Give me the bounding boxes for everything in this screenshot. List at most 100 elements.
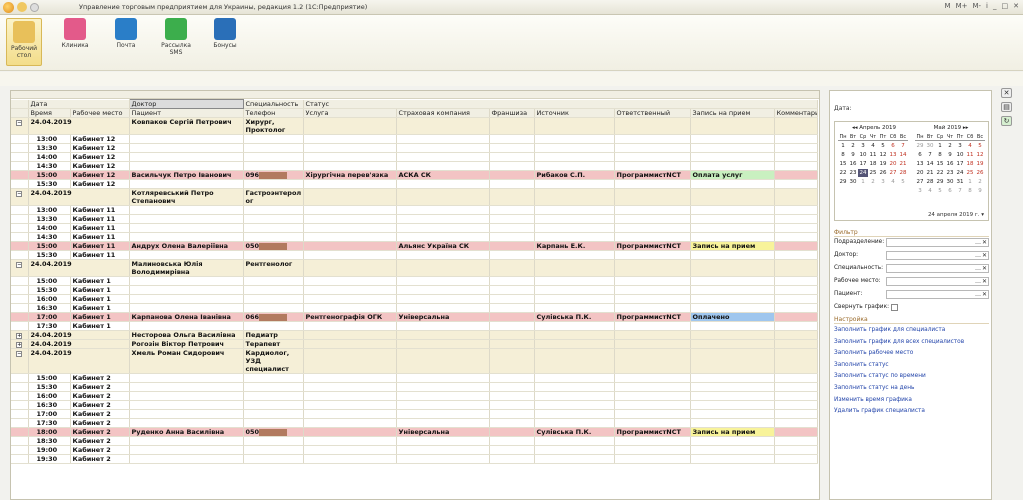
slot-comment[interactable] [774, 312, 818, 322]
slot-empty-cell[interactable] [489, 223, 535, 233]
slot-empty-cell[interactable] [396, 161, 490, 171]
calendar-day[interactable]: 4 [888, 178, 898, 186]
calendar-day[interactable]: 1 [965, 178, 975, 186]
slot-empty-cell[interactable] [614, 436, 691, 446]
calendar-day[interactable]: 8 [838, 151, 848, 159]
slot-empty-cell[interactable] [396, 445, 490, 455]
group-empty-cell[interactable] [774, 117, 818, 135]
slot-empty-cell[interactable] [614, 214, 691, 224]
slot-empty-cell[interactable] [774, 445, 818, 455]
settings-link[interactable]: Заполнить статус [834, 362, 889, 368]
calendar-day[interactable]: 9 [848, 151, 858, 159]
group-empty-cell[interactable] [303, 330, 397, 340]
tree-line-cell[interactable] [11, 400, 29, 410]
slot-empty-cell[interactable] [489, 214, 535, 224]
slot-empty-cell[interactable] [774, 285, 818, 295]
slot-empty-cell[interactable] [534, 179, 615, 189]
slot-empty-cell[interactable] [614, 250, 691, 260]
calendar-month-title[interactable]: Май 2019 ▸▸ [915, 125, 987, 132]
group-empty-cell[interactable] [774, 339, 818, 349]
slot-empty-cell[interactable] [489, 418, 535, 428]
slot-empty-cell[interactable] [396, 285, 490, 295]
free-slot-row[interactable]: 16:30 Кабинет 2 [11, 400, 818, 410]
slot-empty-cell[interactable] [690, 445, 775, 455]
calendar-day[interactable]: 13 [888, 151, 898, 159]
slot-empty-cell[interactable] [534, 232, 615, 242]
calendar-day[interactable]: 17 [858, 160, 868, 168]
tree-line-cell[interactable] [11, 205, 29, 215]
booked-slot-row[interactable]: 18:00 Кабинет 2 Руденко Анна Василівна 050 У… [11, 427, 818, 437]
slot-empty-cell[interactable] [303, 161, 397, 171]
calendar-day[interactable]: 24 [955, 169, 965, 177]
slot-empty-cell[interactable] [774, 418, 818, 428]
slot-empty-cell[interactable] [396, 143, 490, 153]
slot-empty-cell[interactable] [534, 391, 615, 401]
slot-empty-cell[interactable] [774, 134, 818, 144]
group-specialty[interactable]: Хирург, Проктолог [243, 117, 304, 135]
window-control-0[interactable]: M [945, 2, 951, 10]
slot-workplace[interactable]: Кабинет 12 [70, 143, 130, 153]
slot-time[interactable]: 15:00 [28, 170, 71, 180]
slot-empty-cell[interactable] [534, 276, 615, 286]
slot-service[interactable]: Рентгенографія ОГК [303, 312, 397, 322]
calendar-day[interactable]: 6 [915, 151, 925, 159]
slot-empty-cell[interactable] [614, 400, 691, 410]
slot-empty-cell[interactable] [774, 250, 818, 260]
tree-line-cell[interactable] [11, 143, 29, 153]
slot-empty-cell[interactable] [774, 152, 818, 162]
slot-time[interactable]: 16:00 [28, 391, 71, 401]
group-empty-cell[interactable] [303, 117, 397, 135]
slot-empty-cell[interactable] [614, 161, 691, 171]
header-service[interactable]: Услуга [303, 108, 397, 118]
calendar-day[interactable]: 4 [925, 187, 935, 195]
slot-empty-cell[interactable] [303, 179, 397, 189]
slot-empty-cell[interactable] [534, 400, 615, 410]
slot-empty-cell[interactable] [303, 391, 397, 401]
slot-empty-cell[interactable] [534, 321, 615, 331]
window-control-2[interactable]: M- [972, 2, 981, 10]
calendar-day[interactable]: 11 [965, 151, 975, 159]
slot-empty-cell[interactable] [614, 454, 691, 464]
slot-empty-cell[interactable] [534, 418, 615, 428]
collapse-minus-icon[interactable]: − [16, 191, 23, 197]
slot-empty-cell[interactable] [774, 409, 818, 419]
slot-workplace[interactable]: Кабинет 1 [70, 312, 130, 322]
clear-icon[interactable]: ✕ [982, 239, 987, 246]
slot-empty-cell[interactable] [243, 161, 304, 171]
calendar-day[interactable]: 17 [955, 160, 965, 168]
calendar-day[interactable]: 25 [868, 169, 878, 177]
group-empty-cell[interactable] [303, 339, 397, 349]
toolbar-bonus-button[interactable]: Бонусы [207, 18, 243, 49]
slot-empty-cell[interactable] [614, 373, 691, 383]
doctor-group-row[interactable]: +24.04.2019 Рогозін Віктор Петрович Терапе… [11, 339, 818, 349]
slot-workplace[interactable]: Кабинет 2 [70, 427, 130, 437]
group-empty-cell[interactable] [489, 188, 535, 206]
doctor-group-row[interactable]: −24.04.2019 Хмель Роман Сидорович Кардиоло… [11, 348, 818, 374]
slot-empty-cell[interactable] [534, 250, 615, 260]
slot-empty-cell[interactable] [614, 232, 691, 242]
slot-empty-cell[interactable] [129, 303, 244, 313]
slot-empty-cell[interactable] [129, 400, 244, 410]
slot-time[interactable]: 15:00 [28, 373, 71, 383]
slot-time[interactable]: 15:30 [28, 250, 71, 260]
header-status[interactable]: Статус [303, 99, 818, 109]
calendar-day[interactable]: 3 [955, 142, 965, 150]
calendar-day[interactable]: 16 [945, 160, 955, 168]
date-calendar[interactable]: Май 2019 ▸▸ Пн Вт Ср Чт Пт Сб Вс 29 30 1 2 3 4 5 6 7 8 9 10… [834, 121, 989, 221]
slot-time[interactable]: 14:00 [28, 223, 71, 233]
slot-workplace[interactable]: Кабинет 12 [70, 170, 130, 180]
header-patient[interactable]: Пациент [129, 108, 244, 118]
slot-empty-cell[interactable] [690, 400, 775, 410]
window-control-6[interactable]: ✕ [1013, 2, 1019, 10]
slot-empty-cell[interactable] [303, 418, 397, 428]
slot-empty-cell[interactable] [303, 152, 397, 162]
slot-empty-cell[interactable] [303, 321, 397, 331]
slot-time[interactable]: 17:00 [28, 409, 71, 419]
slot-empty-cell[interactable] [489, 382, 535, 392]
slot-empty-cell[interactable] [396, 223, 490, 233]
calendar-day[interactable]: 4 [965, 142, 975, 150]
slot-empty-cell[interactable] [396, 418, 490, 428]
calendar-day[interactable]: 15 [838, 160, 848, 168]
slot-patient[interactable]: Васильчук Петро Іванович [129, 170, 244, 180]
calendar-day[interactable]: 3 [915, 187, 925, 195]
